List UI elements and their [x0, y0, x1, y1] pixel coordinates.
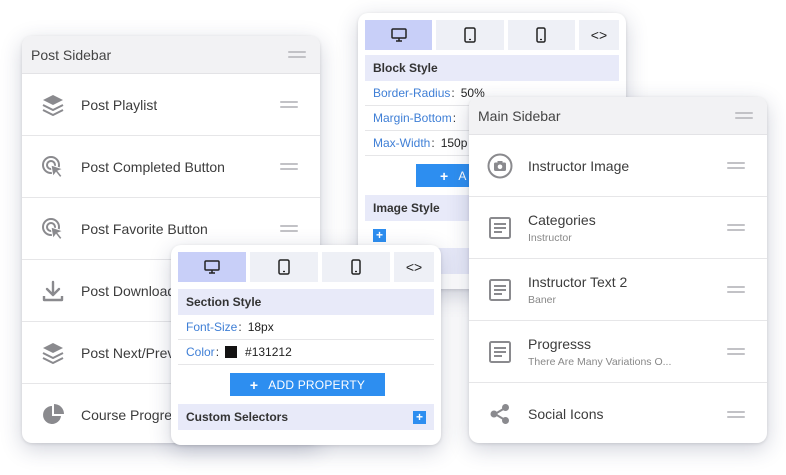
add-image-style-button[interactable]: +	[373, 229, 386, 242]
plus-icon: +	[440, 167, 449, 184]
custom-selectors-header: Custom Selectors +	[178, 404, 434, 430]
section-style-panel: <> Section Style Font-Size: 18px Color: …	[171, 245, 441, 445]
property-key: Font-Size	[186, 320, 238, 334]
item-label: Instructor Image	[528, 157, 630, 174]
mobile-icon	[351, 259, 361, 275]
device-tabs: <>	[358, 13, 626, 50]
document-icon	[487, 277, 513, 303]
tab-desktop[interactable]	[178, 252, 246, 282]
tab-tablet[interactable]	[436, 20, 504, 50]
tab-code[interactable]: <>	[394, 252, 434, 282]
tab-mobile[interactable]	[322, 252, 390, 282]
layers-icon	[40, 92, 66, 118]
mobile-icon	[536, 27, 547, 43]
pie-chart-icon	[40, 402, 66, 428]
drag-handle-icon[interactable]	[727, 286, 745, 293]
item-label: Categories	[528, 211, 596, 228]
add-property-label: A	[458, 168, 467, 183]
property-key: Margin-Bottom	[373, 111, 452, 125]
camera-icon	[487, 153, 513, 179]
item-label: Post Completed Button	[81, 158, 225, 175]
item-label: Post Favorite Button	[81, 220, 208, 237]
tab-tablet[interactable]	[250, 252, 318, 282]
add-selector-button[interactable]: +	[413, 410, 426, 424]
desktop-icon	[390, 28, 407, 42]
tab-mobile[interactable]	[507, 20, 575, 50]
code-icon: <>	[405, 259, 423, 275]
item-sublabel: There Are Many Variations O...	[528, 355, 672, 368]
download-icon	[40, 278, 66, 304]
add-property-wrap: + ADD PROPERTY	[171, 365, 441, 396]
item-sublabel: Baner	[528, 293, 557, 306]
item-label: Post Next/Prev	[81, 344, 175, 361]
share-icon	[487, 401, 513, 427]
property-value[interactable]: #131212	[245, 345, 292, 359]
item-label: Instructor Text 2	[528, 273, 628, 290]
social-icons-item[interactable]: Social Icons	[469, 383, 767, 443]
post-sidebar-title: Post Sidebar	[31, 46, 112, 63]
drag-handle-icon[interactable]	[280, 163, 298, 170]
document-icon	[487, 339, 513, 365]
property-row[interactable]: Color: #131212	[178, 340, 434, 365]
plus-icon: +	[249, 376, 259, 393]
tab-code[interactable]: <>	[578, 20, 619, 50]
add-property-button[interactable]: + ADD PROPERTY	[230, 373, 385, 396]
tab-desktop[interactable]	[365, 20, 433, 50]
item-label: Progresss	[528, 335, 592, 352]
item-sublabel: Instructor	[528, 231, 572, 244]
drag-handle-icon[interactable]	[727, 410, 745, 418]
drag-handle-icon[interactable]	[727, 162, 745, 169]
post-completed-button-item[interactable]: Post Completed Button	[22, 136, 320, 198]
tablet-icon	[278, 259, 290, 275]
property-key: Border-Radius	[373, 86, 451, 100]
cursor-click-icon	[40, 216, 66, 242]
add-property-label: ADD PROPERTY	[268, 377, 366, 392]
device-tabs: <>	[171, 245, 441, 282]
property-value[interactable]: 18px	[248, 320, 274, 334]
instructor-text-2-item[interactable]: Instructor Text 2 Baner	[469, 259, 767, 321]
block-style-header: Block Style	[365, 55, 619, 81]
tablet-icon	[464, 27, 476, 43]
property-row[interactable]: Font-Size: 18px	[178, 315, 434, 340]
item-label: Post Download	[81, 282, 176, 299]
item-label: Post Playlist	[81, 96, 158, 113]
drag-handle-icon[interactable]	[288, 51, 306, 58]
drag-handle-icon[interactable]	[735, 112, 753, 119]
property-value[interactable]: 150p	[441, 136, 468, 150]
section-title: Section Style	[186, 295, 262, 309]
drag-handle-icon[interactable]	[280, 101, 298, 108]
post-sidebar-header[interactable]: Post Sidebar	[22, 36, 320, 74]
section-title: Custom Selectors	[186, 410, 289, 424]
main-sidebar-header[interactable]: Main Sidebar	[469, 97, 767, 135]
instructor-image-item[interactable]: Instructor Image	[469, 135, 767, 197]
drag-handle-icon[interactable]	[727, 224, 745, 231]
post-playlist-item[interactable]: Post Playlist	[22, 74, 320, 136]
section-title: Image Style	[373, 201, 440, 215]
drag-handle-icon[interactable]	[280, 225, 298, 232]
document-icon	[487, 215, 513, 241]
section-style-header: Section Style	[178, 289, 434, 315]
color-swatch[interactable]	[225, 346, 238, 358]
property-key: Max-Width	[373, 136, 431, 150]
layers-icon	[40, 340, 66, 366]
categories-item[interactable]: Categories Instructor	[469, 197, 767, 259]
section-title: Block Style	[373, 61, 438, 75]
cursor-click-icon	[40, 154, 66, 180]
progresss-item[interactable]: Progresss There Are Many Variations O...	[469, 321, 767, 383]
main-sidebar-panel: Main Sidebar Instructor Image Categories…	[469, 97, 767, 443]
main-sidebar-title: Main Sidebar	[478, 107, 561, 124]
desktop-icon	[204, 260, 220, 274]
code-icon: <>	[590, 27, 608, 43]
drag-handle-icon[interactable]	[727, 348, 745, 355]
item-label: Social Icons	[528, 406, 604, 422]
property-key: Color	[186, 345, 215, 359]
